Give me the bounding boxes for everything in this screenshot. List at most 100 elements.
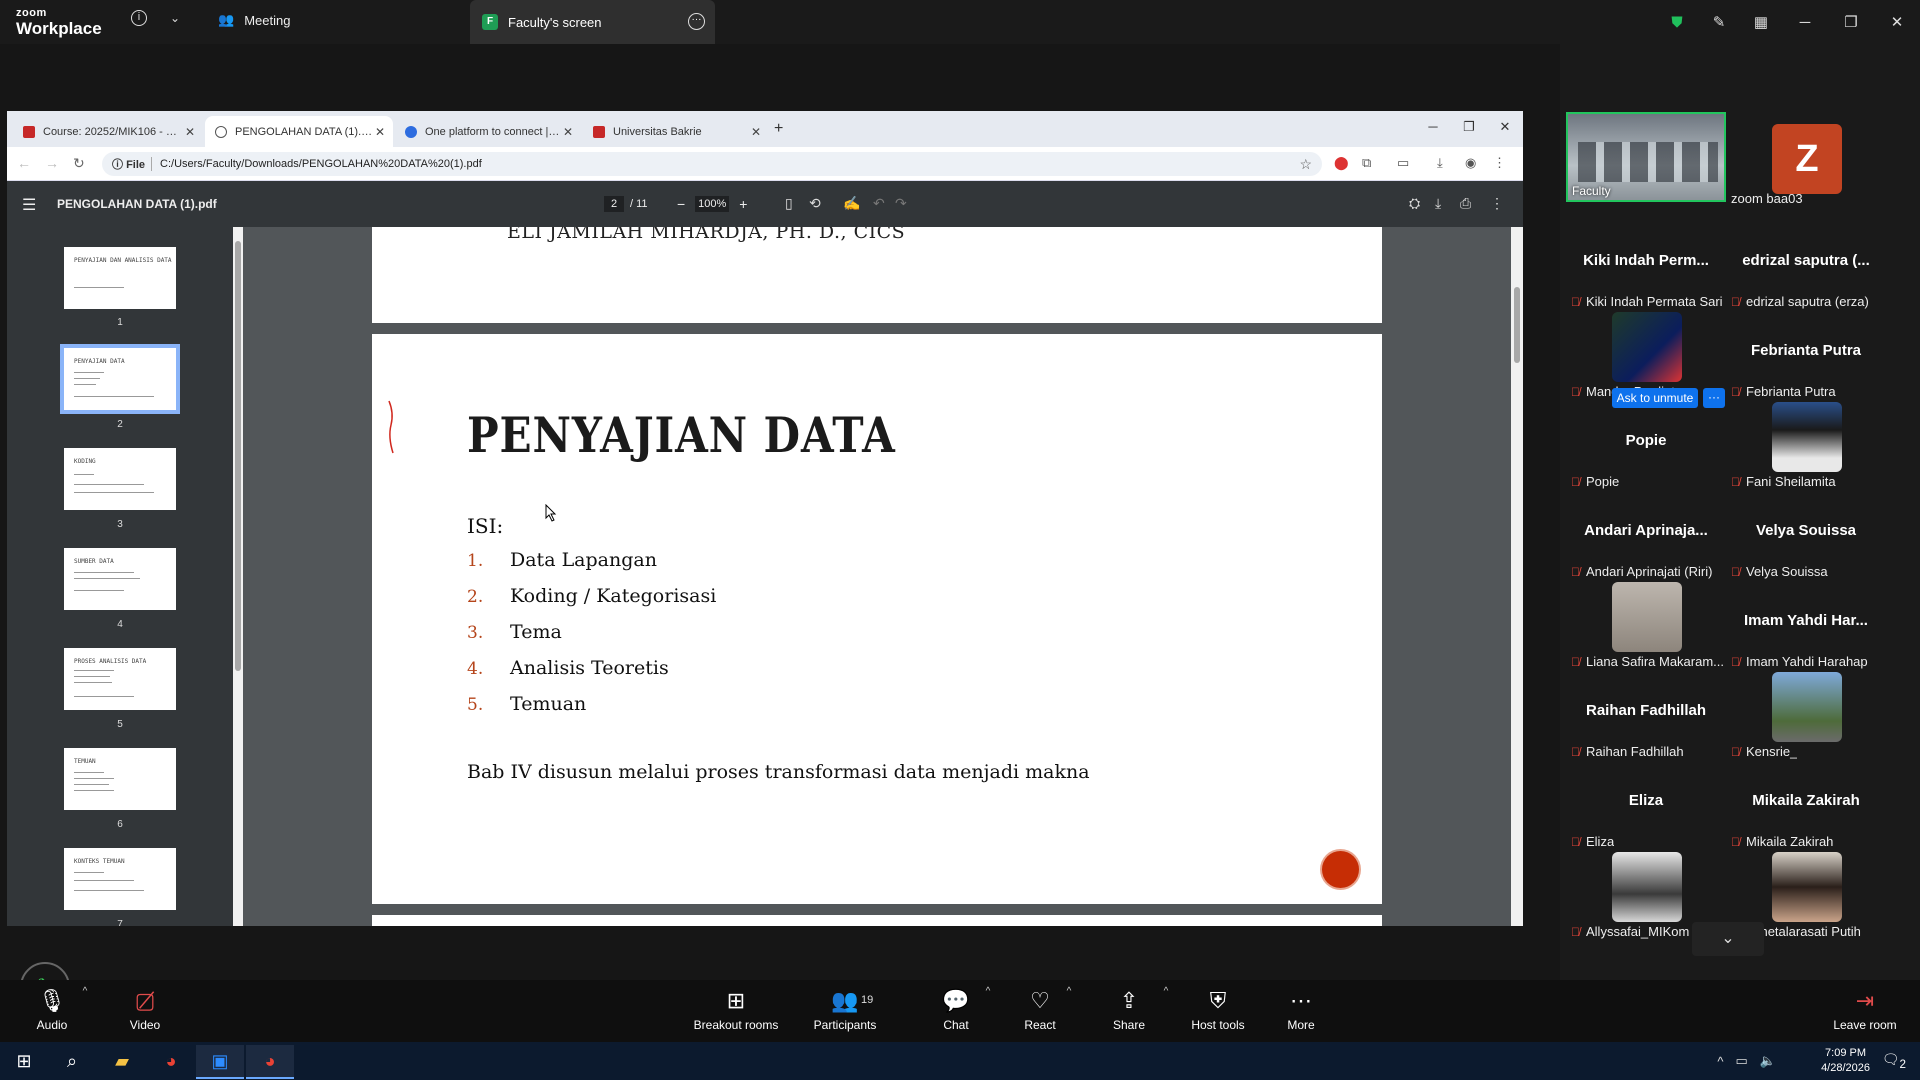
browser-tab-course[interactable]: Course: 20252/MIK106 - Komu ✕ [13, 116, 203, 147]
zoom-app-icon[interactable]: ▣ [196, 1045, 244, 1079]
thumbnail-2[interactable]: PENYAJIAN DATA [60, 344, 180, 414]
browser-tabstrip: Course: 20252/MIK106 - Komu ✕ PENGOLAHAN… [7, 111, 1523, 147]
thumbnail-scrollbar[interactable] [233, 227, 243, 926]
video-tile[interactable]: Popie 🎙̸ Popie [1566, 402, 1726, 492]
bookmark-star-icon[interactable]: ☆ [1299, 156, 1312, 173]
more-icon: ⋯ [1290, 988, 1312, 1013]
video-tile[interactable]: Andari Aprinaja... 🎙̸ Andari Aprinajati (… [1566, 492, 1726, 582]
notification-icon[interactable]: 🗨2 [1882, 1051, 1906, 1071]
more-button[interactable]: ⋯ More [1256, 988, 1346, 1032]
faculty-screen-tab[interactable]: F Faculty's screen ··· [470, 0, 715, 44]
zoom-out-icon[interactable]: − [677, 196, 685, 212]
forward-icon[interactable]: → [45, 155, 59, 171]
volume-icon[interactable]: 🔈 [1760, 1053, 1776, 1069]
thumbnail-6[interactable]: TEMUAN [64, 748, 176, 810]
page-number-input[interactable]: 2 [604, 196, 624, 212]
draw-icon[interactable]: ✍ [843, 195, 860, 212]
network-icon[interactable]: ▭ [1736, 1053, 1748, 1069]
video-tile[interactable]: 🎙̸ Liana Safira Makaram... [1566, 582, 1726, 672]
close-icon[interactable]: ✕ [563, 125, 573, 139]
restore-button[interactable]: ❐ [1828, 13, 1874, 31]
address-bar[interactable]: ⓘ File C:/Users/Faculty/Downloads/PENGOL… [102, 152, 1322, 176]
view-layout-icon[interactable]: ▦ [1740, 13, 1782, 31]
video-tile-faculty[interactable]: Faculty [1566, 112, 1726, 202]
thumbnail-1[interactable]: PENYAJIAN DAN ANALISIS DATA [64, 247, 176, 309]
browser-tab-zoom[interactable]: One platform to connect | Zoom ✕ [395, 116, 581, 147]
annotate-icon[interactable]: ✎ [1698, 13, 1740, 31]
video-tile[interactable]: 🎙̸ Fani Sheilamita [1726, 402, 1886, 492]
close-icon[interactable]: ✕ [751, 125, 761, 139]
pdf-sidebar-menu-icon[interactable]: ☰ [22, 195, 36, 215]
page-indicator: 2 / 11 [604, 196, 648, 212]
zoom-in-icon[interactable]: + [739, 196, 747, 212]
download-icon[interactable]: ⤓ [1437, 155, 1443, 171]
mic-off-icon: 🎙̸ [1571, 834, 1580, 849]
search-icon[interactable]: ⌕ [48, 1045, 96, 1079]
chrome-active-icon[interactable]: ◕ [246, 1045, 294, 1079]
thumbnail-3[interactable]: KODING [64, 448, 176, 510]
back-icon[interactable]: ← [17, 155, 31, 171]
new-tab-button[interactable]: + [774, 120, 783, 138]
adblock-icon[interactable]: ⬤ [1334, 155, 1349, 171]
windows-start-icon[interactable]: ⊞ [0, 1045, 48, 1079]
profile-icon[interactable]: ◉ [1465, 155, 1476, 171]
pdf-download-icon[interactable]: ⤓ [1435, 195, 1441, 212]
undo-icon[interactable]: ↶ [873, 195, 885, 212]
chrome-restore-button[interactable]: ❐ [1451, 119, 1487, 135]
chrome-close-button[interactable]: ✕ [1487, 119, 1523, 135]
chrome-minimize-button[interactable]: ─ [1415, 119, 1451, 134]
clock[interactable]: 7:09 PM 4/28/2026 [1821, 1046, 1870, 1076]
gallery-scroll-down-button[interactable]: ⌄ [1692, 922, 1764, 956]
print-icon[interactable]: ⎙ [1460, 195, 1471, 212]
zoom-logo: zoom Workplace [16, 7, 102, 38]
file-explorer-icon[interactable]: ▰ [98, 1045, 146, 1079]
reload-icon[interactable]: ↻ [73, 155, 85, 172]
leave-room-button[interactable]: ⇥ Leave room [1820, 988, 1910, 1032]
tray-expand-icon[interactable]: ^ [1717, 1054, 1723, 1069]
video-tile[interactable]: Imam Yahdi Har... 🎙̸ Imam Yahdi Harahap [1726, 582, 1886, 672]
video-tile[interactable]: 🎙̸ Kensrie_ [1726, 672, 1886, 762]
zoom-level-input[interactable]: 100% [695, 196, 730, 212]
ask-to-unmute-button[interactable]: Ask to unmute [1612, 388, 1698, 408]
video-tile-zoom-baa03[interactable]: Z zoom baa03 [1726, 112, 1886, 206]
divider [151, 157, 153, 171]
redo-icon[interactable]: ↷ [895, 195, 907, 212]
video-tile[interactable]: edrizal saputra (... 🎙̸ edrizal saputra (… [1726, 222, 1886, 312]
host-tools-button[interactable]: ⛨ Host tools [1173, 988, 1263, 1032]
video-tile[interactable]: Velya Souissa 🎙̸ Velya Souissa [1726, 492, 1886, 582]
video-tile[interactable]: Kiki Indah Perm... 🎙̸ Kiki Indah Permata … [1566, 222, 1726, 312]
cast-icon[interactable]: ▭ [1397, 155, 1409, 171]
video-button[interactable]: ▢̸ Video [100, 988, 190, 1032]
close-button[interactable]: ✕ [1874, 13, 1920, 31]
pdf-more-icon[interactable]: ⋮ [1490, 195, 1504, 212]
breakout-rooms-button[interactable]: ⊞ Breakout rooms [686, 988, 786, 1032]
view-options-icon[interactable]: ··· [688, 13, 705, 30]
chevron-down-icon[interactable]: ⌄ [170, 11, 180, 25]
browser-tab-pdf[interactable]: PENGOLAHAN DATA (1).pdf ✕ [205, 116, 393, 147]
browser-tab-bakrie[interactable]: Universitas Bakrie ✕ [583, 116, 769, 147]
chrome-menu-icon[interactable]: ⋮ [1493, 155, 1506, 171]
meeting-tab[interactable]: 👥 Meeting [218, 12, 290, 28]
close-icon[interactable]: ✕ [375, 125, 385, 139]
participants-button[interactable]: 👥 Participants [800, 988, 890, 1032]
rotate-icon[interactable]: ⟲ [809, 195, 821, 212]
close-icon[interactable]: ✕ [185, 125, 195, 139]
extensions-icon[interactable]: ⧉ [1362, 155, 1371, 171]
site-info-chip[interactable]: ⓘ File [112, 156, 145, 172]
minimize-button[interactable]: ─ [1782, 14, 1828, 31]
chrome-icon[interactable]: ◕ [147, 1045, 195, 1079]
meeting-info-icon[interactable]: i [131, 10, 147, 26]
thumbnail-4[interactable]: SUMBER DATA [64, 548, 176, 610]
video-tile[interactable]: Eliza 🎙̸ Eliza [1566, 762, 1726, 852]
security-shield-icon[interactable]: ⛊ [1656, 14, 1698, 31]
fit-page-icon[interactable]: ▯ [785, 195, 793, 212]
video-tile[interactable]: Raihan Fadhillah 🎙̸ Raihan Fadhillah [1566, 672, 1726, 762]
thumbnail-5[interactable]: PROSES ANALISIS DATA [64, 648, 176, 710]
participant-more-button[interactable]: ··· [1703, 388, 1725, 408]
document-scrollbar[interactable] [1511, 227, 1523, 926]
video-tile[interactable]: Mikaila Zakirah 🎙̸ Mikaila Zakirah [1726, 762, 1886, 852]
thumbnail-7[interactable]: KONTEKS TEMUAN [64, 848, 176, 910]
list-item: 1. Data Lapangan [467, 549, 657, 571]
annotation-icon[interactable]: ⛭ [1409, 195, 1420, 212]
video-tile[interactable]: Febrianta Putra 🎙̸ Febrianta Putra [1726, 312, 1886, 402]
